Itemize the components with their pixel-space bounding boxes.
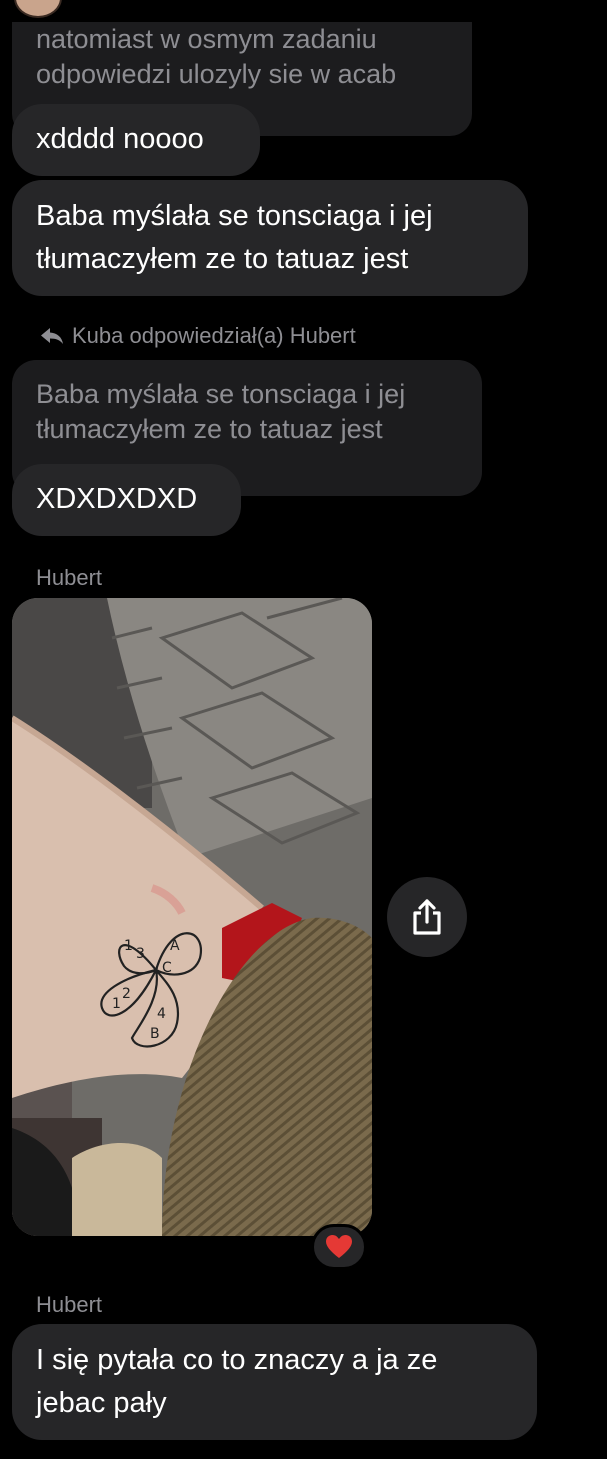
avatar[interactable] <box>14 0 62 18</box>
message-bubble[interactable]: XDXDXDXD <box>12 464 241 536</box>
reply-header: Kuba odpowiedział(a) Hubert <box>40 323 356 349</box>
message-bubble[interactable]: xdddd noooo <box>12 104 260 176</box>
reply-header-text: Kuba odpowiedział(a) Hubert <box>72 323 356 348</box>
message-bubble[interactable]: Baba myślała se tonsciaga i jej tłumaczy… <box>12 180 528 296</box>
quoted-message-text: natomiast w osmym zadaniu odpowiedzi ulo… <box>36 24 397 89</box>
quoted-message-text: Baba myślała se tonsciaga i jej tłumaczy… <box>36 379 406 444</box>
message-text: XDXDXDXD <box>36 483 198 515</box>
tattoo-photo: A C 1 3 1 2 4 B <box>12 598 372 1236</box>
message-text: Baba myślała se tonsciaga i jej tłumaczy… <box>36 200 433 275</box>
reply-arrow-icon <box>41 328 63 344</box>
message-text: xdddd noooo <box>36 123 204 155</box>
tattoo-letter: 3 <box>136 946 145 962</box>
tattoo-letter: B <box>150 1026 160 1042</box>
sender-name: Hubert <box>36 1292 103 1317</box>
sender-name: Hubert <box>36 565 103 590</box>
share-icon <box>413 899 441 935</box>
share-button[interactable] <box>387 877 467 957</box>
tattoo-letter: 1 <box>112 996 121 1012</box>
tattoo-letter: 4 <box>157 1006 166 1022</box>
photo-message[interactable]: A C 1 3 1 2 4 B <box>12 598 372 1236</box>
message-text: I się pytała co to znaczy a ja ze jebac … <box>36 1344 438 1419</box>
tattoo-letter: C <box>162 960 172 976</box>
message-bubble[interactable]: I się pytała co to znaczy a ja ze jebac … <box>12 1324 537 1440</box>
tattoo-letter: 2 <box>122 986 131 1002</box>
tattoo-letter: 1 <box>124 938 133 954</box>
tattoo-letter: A <box>170 938 180 954</box>
heart-icon <box>326 1235 352 1258</box>
reaction-badge[interactable] <box>311 1224 367 1270</box>
